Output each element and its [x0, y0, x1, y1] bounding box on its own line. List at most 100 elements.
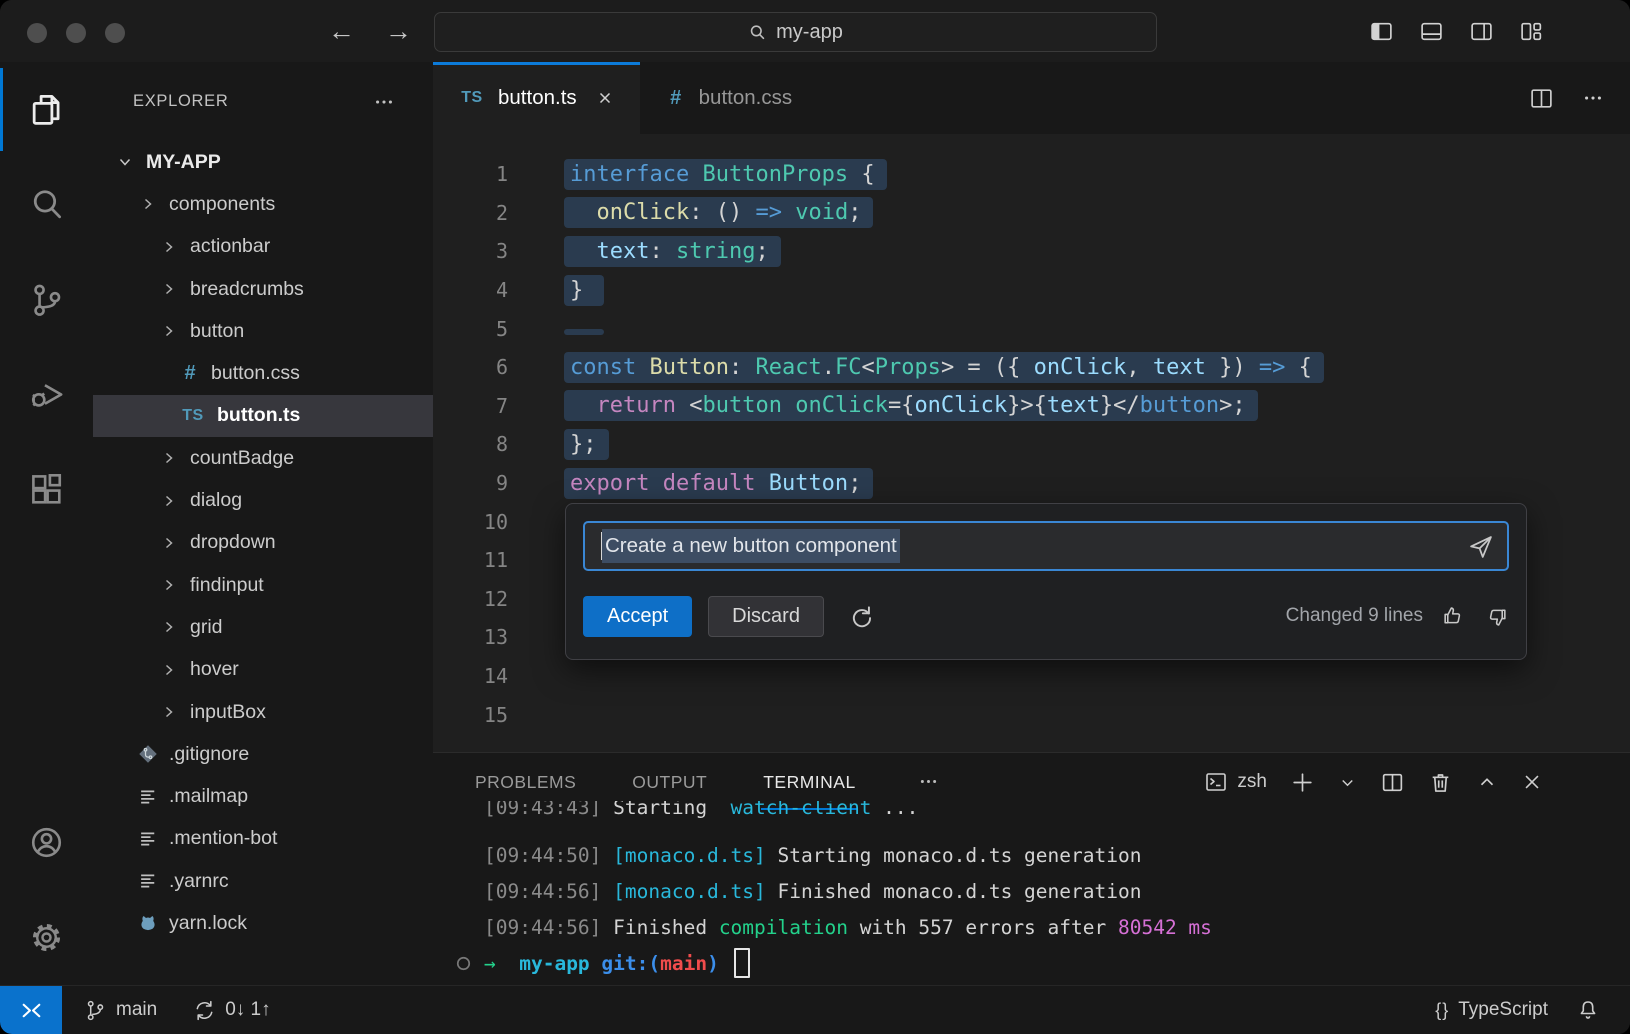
code-text-inner: }; — [564, 429, 609, 460]
tab-button.css[interactable]: #button.css — [640, 62, 852, 134]
sidebar-item-run-debug[interactable] — [0, 347, 93, 442]
regenerate-icon[interactable] — [848, 603, 875, 630]
sync-icon — [193, 999, 216, 1022]
close-tab-icon[interactable] — [596, 89, 614, 107]
tree-item-dropdown[interactable]: dropdown — [93, 522, 433, 564]
discard-button[interactable]: Discard — [708, 596, 824, 637]
terminal-line-0: [09:43:43] Starting watch-client ... — [484, 801, 1620, 823]
git-branch-icon — [84, 999, 107, 1022]
tree-item-countBadge[interactable]: countBadge — [93, 437, 433, 479]
inline-chat-input[interactable]: Create a new button component — [583, 521, 1509, 571]
tree-item-button[interactable]: button — [93, 310, 433, 352]
terminal-icon — [1204, 770, 1228, 794]
tree-item-grid[interactable]: grid — [93, 606, 433, 648]
toggle-secondary-sidebar-icon[interactable] — [1469, 19, 1494, 44]
tree-item-label: yarn.lock — [169, 912, 247, 935]
close-panel-icon[interactable] — [1521, 771, 1543, 793]
kill-terminal-trash-icon[interactable] — [1428, 770, 1453, 795]
tab-button.ts[interactable]: TSbutton.ts — [433, 62, 640, 134]
terminal-line-3: [09:44:56] Finished compilation with 557… — [484, 909, 1620, 945]
launch-profile-chevron-icon[interactable] — [1338, 773, 1357, 792]
tree-item-label: .gitignore — [169, 743, 249, 766]
branch-status-item[interactable]: main — [84, 999, 157, 1022]
code-text: text: string; — [508, 236, 781, 267]
close-window-button[interactable] — [27, 23, 47, 43]
explorer-more-actions-icon[interactable] — [373, 91, 395, 113]
tree-item-findinput[interactable]: findinput — [93, 564, 433, 606]
tree-item-button.ts[interactable]: TSbutton.ts — [93, 395, 433, 437]
customize-layout-icon[interactable] — [1519, 19, 1544, 44]
code-line-1: 1interface ButtonProps { — [433, 155, 1630, 194]
forward-icon[interactable]: → — [385, 16, 412, 47]
code-line-8: 8}; — [433, 425, 1630, 464]
terminal-instance[interactable]: zsh — [1204, 770, 1267, 794]
command-center-search[interactable]: my-app — [434, 12, 1157, 52]
line-number: 14 — [433, 664, 508, 688]
tree-item-label: hover — [190, 658, 239, 681]
tree-item-gitignore[interactable]: .gitignore — [93, 733, 433, 775]
css-icon: # — [666, 87, 686, 110]
tree-item-breadcrumbs[interactable]: breadcrumbs — [93, 268, 433, 310]
tree-item-mention-bot[interactable]: .mention-bot — [93, 818, 433, 860]
sidebar-item-source-control[interactable] — [0, 252, 93, 347]
sidebar-item-search[interactable] — [0, 157, 93, 252]
list-icon — [138, 871, 158, 891]
split-editor-icon[interactable] — [1529, 86, 1554, 111]
tree-item-yarn.lock[interactable]: yarn.lock — [93, 902, 433, 944]
search-icon — [28, 186, 65, 223]
notifications-bell-icon[interactable] — [1576, 998, 1600, 1022]
title-bar: ← → my-app — [0, 0, 1630, 62]
line-number: 7 — [433, 394, 508, 418]
panel-tab-problems[interactable]: PROBLEMS — [475, 772, 576, 793]
remote-indicator[interactable] — [0, 986, 62, 1034]
toggle-panel-icon[interactable] — [1419, 19, 1444, 44]
settings-button[interactable] — [0, 890, 93, 985]
maximize-panel-chevron-icon[interactable] — [1476, 771, 1498, 793]
inline-chat-widget: Create a new button component Accept Dis… — [565, 503, 1527, 660]
account-button[interactable] — [0, 795, 93, 890]
tree-item-yarnrc[interactable]: .yarnrc — [93, 860, 433, 902]
accept-button[interactable]: Accept — [583, 596, 692, 637]
tree-item-label: dialog — [190, 489, 242, 512]
code-text-inner: export default Button; — [564, 468, 873, 499]
language-label: TypeScript — [1458, 999, 1548, 1021]
command-decoration-circle-icon — [455, 955, 472, 972]
panel-more-actions-icon[interactable] — [918, 771, 939, 792]
split-terminal-icon[interactable] — [1380, 770, 1405, 795]
files-icon — [28, 91, 65, 128]
ts-icon: TS — [180, 407, 206, 425]
back-icon[interactable]: ← — [328, 16, 355, 47]
zoom-window-button[interactable] — [105, 23, 125, 43]
sidebar-item-extensions[interactable] — [0, 442, 93, 537]
panel-tab-terminal[interactable]: TERMINAL — [763, 772, 855, 793]
code-text: onClick: () => void; — [508, 197, 873, 228]
new-terminal-icon[interactable] — [1290, 770, 1315, 795]
code-text-inner: } — [564, 275, 604, 306]
sync-status-item[interactable]: 0↓ 1↑ — [193, 999, 270, 1022]
panel-tab-output[interactable]: OUTPUT — [632, 772, 707, 793]
tree-item-actionbar[interactable]: actionbar — [93, 226, 433, 268]
language-mode-item[interactable]: {} TypeScript — [1435, 999, 1548, 1021]
sidebar-item-explorer[interactable] — [0, 62, 93, 157]
terminal-clipped-line: [09:43:43] Starting watch-client ... — [484, 801, 1620, 823]
tree-item-button.css[interactable]: # button.css — [93, 352, 433, 394]
thumbs-up-icon[interactable] — [1441, 604, 1466, 629]
thumbs-down-icon[interactable] — [1484, 604, 1509, 629]
tree-item-hover[interactable]: hover — [93, 649, 433, 691]
chevron-right-icon — [159, 323, 179, 339]
tree-item-label: button.css — [211, 362, 300, 385]
tree-item-mailmap[interactable]: .mailmap — [93, 775, 433, 817]
css-icon: # — [180, 362, 200, 385]
chevron-right-icon — [138, 196, 158, 212]
minimize-window-button[interactable] — [66, 23, 86, 43]
tree-item-label: button — [190, 320, 244, 343]
terminal-output[interactable]: [09:43:43] Starting watch-client ... [09:… — [484, 801, 1620, 981]
tree-item-dialog[interactable]: dialog — [93, 479, 433, 521]
tree-root-my-app[interactable]: MY-APP — [93, 141, 433, 183]
sync-label: 0↓ 1↑ — [225, 999, 270, 1021]
send-icon[interactable] — [1467, 533, 1495, 561]
tree-item-components[interactable]: components — [93, 183, 433, 225]
tree-item-inputBox[interactable]: inputBox — [93, 691, 433, 733]
toggle-sidebar-icon[interactable] — [1369, 19, 1394, 44]
editor-more-actions-icon[interactable] — [1582, 87, 1604, 109]
